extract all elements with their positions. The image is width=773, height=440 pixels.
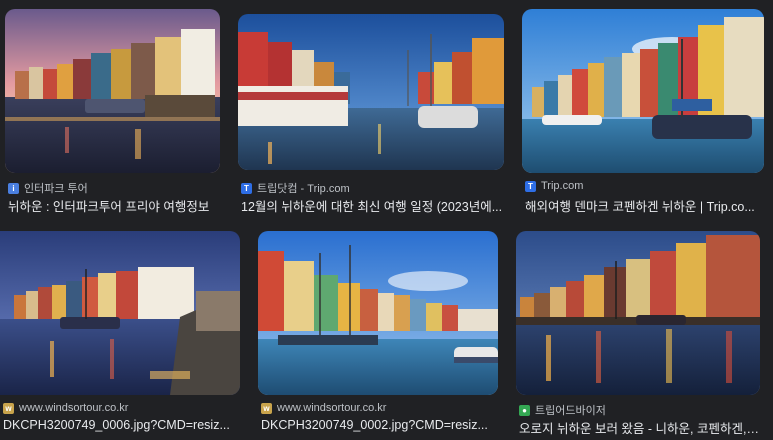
image-results-grid: i 인터파크 투어 뉘하운 : 인터파크투어 프리야 여행정보 T 트립닷컴 -… — [0, 0, 773, 440]
result-source-label: www.windsortour.co.kr — [19, 402, 129, 414]
result-title[interactable]: 오로지 뉘하운 보러 왔음 - 니하운, 코펜하겐, ... — [519, 418, 759, 437]
trip-com-icon: T — [241, 182, 252, 194]
result-source-label: www.windsortour.co.kr — [277, 402, 387, 414]
trip-com-icon: T — [525, 180, 536, 192]
result-thumbnail[interactable] — [5, 9, 220, 173]
result-source-label: 트립어드바이저 — [535, 405, 606, 417]
windsortour-icon: w — [3, 402, 14, 414]
result-thumbnail[interactable] — [258, 231, 498, 395]
result-title[interactable]: DKCPH3200749_0002.jpg?CMD=resiz... — [261, 418, 497, 432]
result-source[interactable]: w www.windsortour.co.kr — [261, 402, 386, 414]
image-result-card[interactable]: w www.windsortour.co.kr DKCPH3200749_000… — [258, 231, 498, 440]
result-source[interactable]: T Trip.com — [525, 180, 583, 192]
image-result-card[interactable]: T 트립닷컴 - Trip.com 12월의 뉘하운에 대한 최신 여행 일정 … — [238, 14, 505, 214]
result-source-label: Trip.com — [541, 180, 584, 192]
image-result-card[interactable]: w www.windsortour.co.kr DKCPH3200749_000… — [0, 231, 240, 440]
image-result-card[interactable]: ● 트립어드바이저 오로지 뉘하운 보러 왔음 - 니하운, 코펜하겐, ... — [516, 231, 764, 440]
result-thumbnail[interactable] — [516, 231, 760, 395]
result-source[interactable]: w www.windsortour.co.kr — [3, 402, 128, 414]
tripadvisor-icon: ● — [519, 404, 530, 416]
result-title[interactable]: 뉘하운 : 인터파크투어 프리야 여행정보 — [8, 196, 220, 215]
result-title[interactable]: DKCPH3200749_0006.jpg?CMD=resiz... — [3, 418, 239, 432]
result-source[interactable]: T 트립닷컴 - Trip.com — [241, 180, 350, 196]
result-source[interactable]: ● 트립어드바이저 — [519, 402, 606, 418]
result-source-label: 인터파크 투어 — [24, 183, 88, 195]
result-source[interactable]: i 인터파크 투어 — [8, 180, 88, 196]
image-result-card[interactable]: i 인터파크 투어 뉘하운 : 인터파크투어 프리야 여행정보 — [5, 9, 220, 214]
result-title[interactable]: 해외여행 덴마크 코펜하겐 뉘하운 | Trip.co... — [525, 196, 763, 215]
result-thumbnail[interactable] — [0, 231, 240, 395]
result-thumbnail[interactable] — [522, 9, 764, 173]
windsortour-icon: w — [261, 402, 272, 414]
image-result-card[interactable]: T Trip.com 해외여행 덴마크 코펜하겐 뉘하운 | Trip.co..… — [522, 9, 764, 214]
result-title[interactable]: 12월의 뉘하운에 대한 최신 여행 일정 (2023년에... — [241, 196, 505, 215]
result-source-label: 트립닷컴 - Trip.com — [257, 183, 350, 195]
interpark-icon: i — [8, 182, 19, 194]
result-thumbnail[interactable] — [238, 14, 504, 170]
